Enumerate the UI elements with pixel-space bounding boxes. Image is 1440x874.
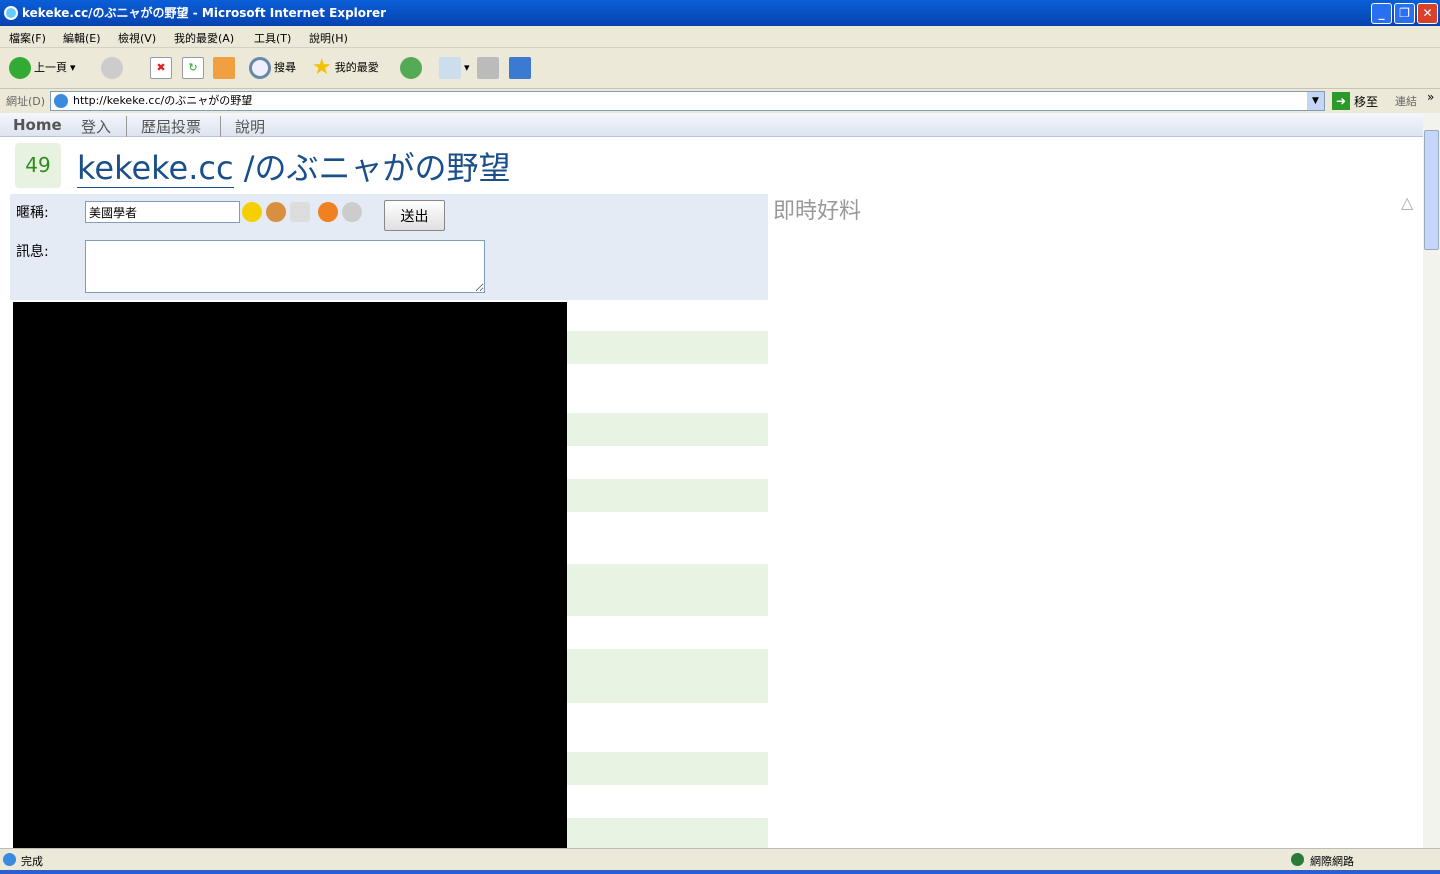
edit-icon <box>509 57 531 79</box>
page-title: kekeke.cc /のぶニャがの野望 <box>77 143 511 189</box>
users-icon[interactable] <box>266 202 286 222</box>
home-icon <box>213 57 235 79</box>
message-input[interactable] <box>85 240 485 293</box>
restore-button[interactable]: ❐ <box>1394 3 1415 24</box>
menu-edit[interactable]: 編輯(E) <box>63 30 101 46</box>
message-label: 訊息: <box>16 244 49 260</box>
user-count-badge: 49 <box>15 143 61 188</box>
globe-icon <box>1291 853 1304 866</box>
refresh-button[interactable]: ↻ <box>182 56 204 80</box>
address-label: 網址(D) <box>6 95 46 108</box>
site-nav: Home 登入 歷屆投票 說明 <box>0 113 1423 137</box>
stop-button[interactable]: ✖ <box>150 56 172 80</box>
go-arrow-icon[interactable]: ➜ <box>1332 92 1350 110</box>
favorites-button[interactable]: ★ 我的最愛 <box>312 56 379 80</box>
vertical-scrollbar[interactable] <box>1423 113 1440 848</box>
minimize-button[interactable]: _ <box>1371 3 1392 24</box>
menu-view[interactable]: 檢視(V) <box>118 30 156 46</box>
nav-home[interactable]: Home <box>13 116 62 134</box>
site-link[interactable]: kekeke.cc <box>77 149 234 188</box>
print-button[interactable] <box>477 56 499 80</box>
menu-favorites[interactable]: 我的最愛(A) <box>174 30 234 46</box>
refresh-icon: ↻ <box>182 57 204 79</box>
zone-text: 網際網路 <box>1310 855 1354 868</box>
history-icon <box>400 57 422 79</box>
links-more-icon[interactable]: » <box>1427 90 1434 104</box>
ie-icon <box>4 6 18 20</box>
collapse-icon[interactable]: △ <box>1401 193 1413 212</box>
go-button[interactable]: 移至 <box>1354 93 1378 110</box>
menu-tools[interactable]: 工具(T) <box>254 30 291 46</box>
nav-login[interactable]: 登入 <box>81 116 111 137</box>
menu-help[interactable]: 說明(H) <box>309 30 348 46</box>
links-button[interactable]: 連結 <box>1395 93 1417 109</box>
back-label: 上一頁 <box>34 61 67 74</box>
room-name: /のぶニャがの野望 <box>233 149 511 187</box>
menu-file[interactable]: 檔案(F) <box>9 30 46 46</box>
taskbar <box>0 870 1440 874</box>
printer-icon <box>477 57 499 79</box>
scroll-thumb[interactable] <box>1424 130 1439 250</box>
back-arrow-icon <box>9 57 31 79</box>
redacted-area <box>13 302 567 848</box>
address-bar: 網址(D) http://kekeke.cc/のぶニャがの野望 ▼ ➜ 移至 連… <box>0 89 1440 113</box>
status-text: 完成 <box>21 855 43 868</box>
search-button[interactable]: 搜尋 <box>249 56 296 80</box>
toolbar: 上一頁 ▾ ✖ ↻ 搜尋 ★ 我的最愛 ▾ <box>0 48 1440 89</box>
nav-help[interactable]: 說明 <box>220 116 265 137</box>
page-status-icon <box>3 853 16 866</box>
address-url: http://kekeke.cc/のぶニャがの野望 <box>73 94 253 107</box>
nick-label: 暱稱: <box>16 205 49 221</box>
chat-form: 暱稱: 送出 訊息: <box>10 194 768 300</box>
star-icon: ★ <box>312 55 332 80</box>
mail-button[interactable]: ▾ <box>439 56 470 80</box>
history-button[interactable] <box>400 56 422 80</box>
search-image-icon[interactable] <box>290 202 310 222</box>
title-bar: kekeke.cc/のぶニャがの野望 - Microsoft Internet … <box>0 0 1440 26</box>
address-dropdown-icon[interactable]: ▼ <box>1307 92 1324 110</box>
page-content: Home 登入 歷屆投票 說明 49 kekeke.cc /のぶニャがの野望 暱… <box>0 113 1423 848</box>
nav-past-votes[interactable]: 歷屆投票 <box>126 116 201 137</box>
send-button[interactable]: 送出 <box>384 200 445 231</box>
status-bar: 完成 網際網路 <box>0 848 1440 870</box>
back-button[interactable]: 上一頁 ▾ <box>9 56 76 80</box>
live-feed-title: 即時好料 <box>773 199 862 224</box>
nick-input[interactable] <box>85 201 240 223</box>
peace-icon[interactable] <box>318 202 338 222</box>
mail-icon <box>439 57 461 79</box>
edit-button[interactable] <box>509 56 531 80</box>
menu-bar: 檔案(F) 編輯(E) 檢視(V) 我的最愛(A) 工具(T) 說明(H) <box>0 26 1440 48</box>
favorites-label: 我的最愛 <box>334 61 379 74</box>
window-title: kekeke.cc/のぶニャがの野望 - Microsoft Internet … <box>22 6 387 20</box>
stop-icon: ✖ <box>150 57 172 79</box>
home-button[interactable] <box>213 56 235 80</box>
address-input[interactable]: http://kekeke.cc/のぶニャがの野望 ▼ <box>50 91 1325 111</box>
forward-arrow-icon <box>101 57 123 79</box>
handcuffs-icon[interactable] <box>342 202 362 222</box>
close-button[interactable]: ✕ <box>1417 3 1438 24</box>
page-icon <box>54 94 68 108</box>
search-icon <box>249 57 271 79</box>
forward-button[interactable] <box>101 56 123 80</box>
smiley-icon[interactable] <box>242 202 262 222</box>
search-label: 搜尋 <box>274 61 296 74</box>
